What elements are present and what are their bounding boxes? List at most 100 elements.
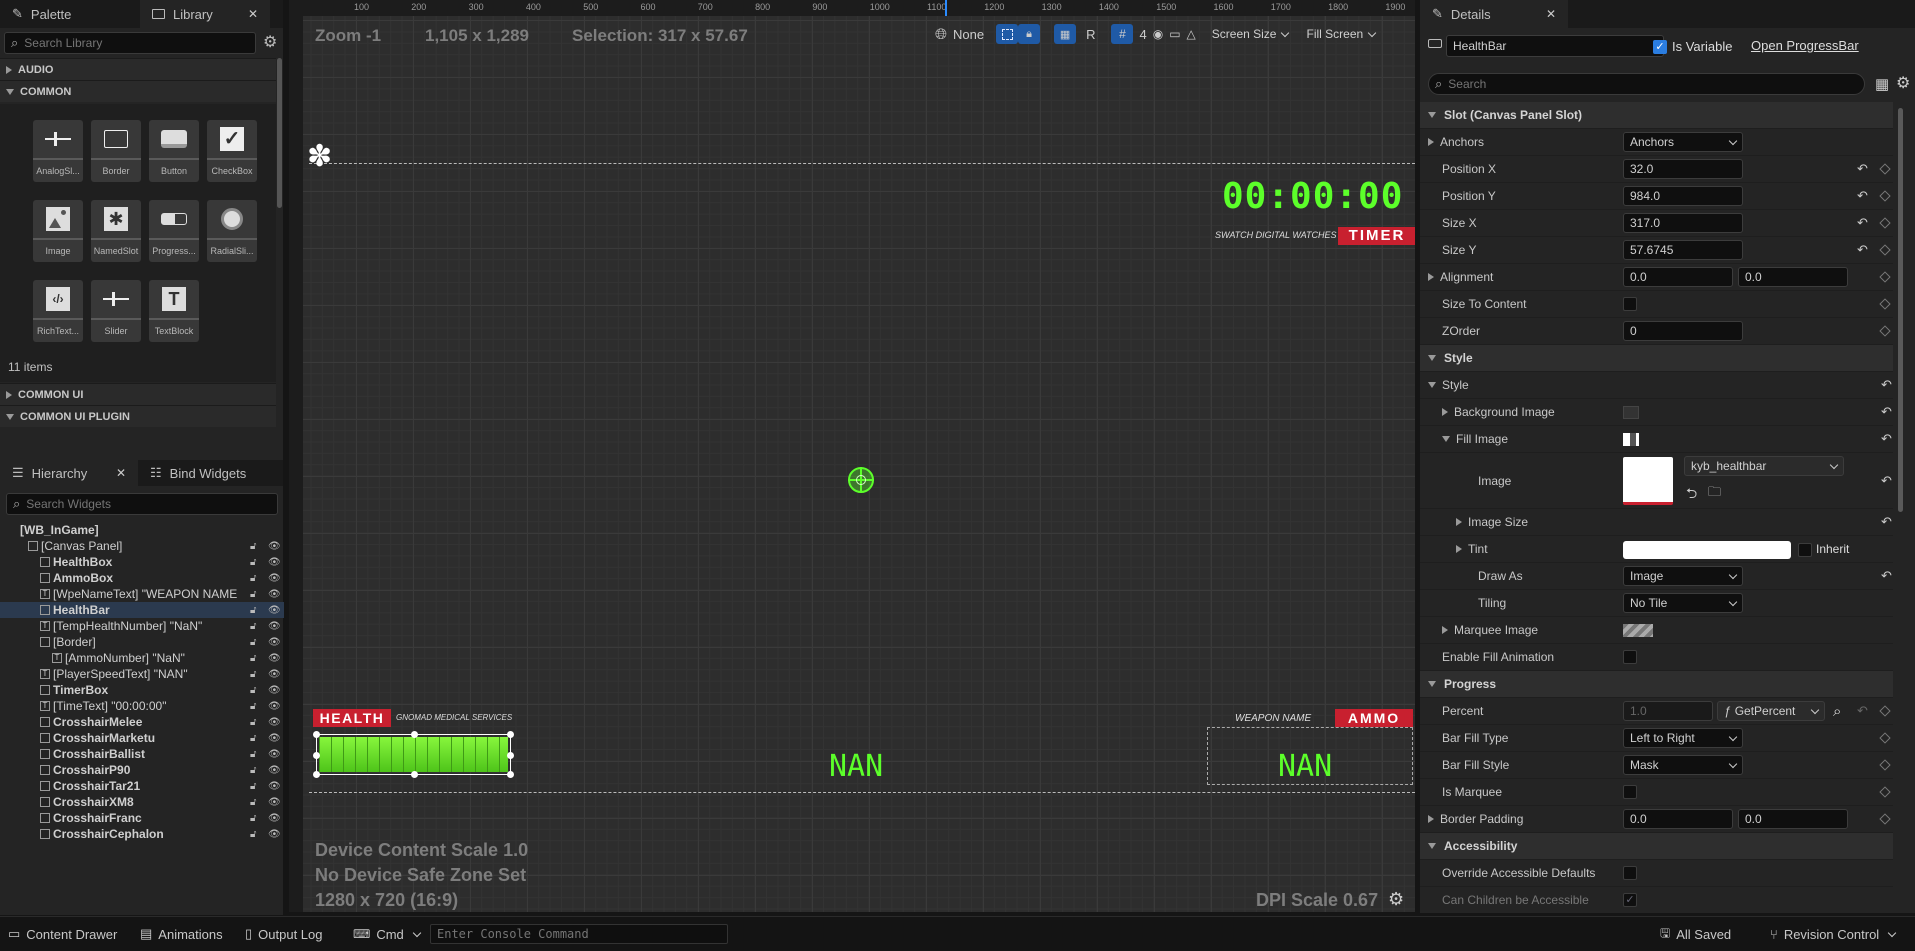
keyframe-diamond-icon[interactable] [1879,244,1891,256]
keyframe-diamond-icon[interactable] [1879,298,1891,310]
tree-row[interactable]: HealthBox 🔓︎ 👁︎ [0,554,284,570]
section-progress[interactable]: Progress [1420,671,1893,698]
reset-arrow-icon[interactable]: ↶ [1881,377,1892,393]
marquee-swatch-icon[interactable] [1623,624,1653,637]
unlock-icon[interactable]: 🔓︎ [250,765,256,776]
globe-icon[interactable]: 🌐︎ [935,26,947,43]
close-icon[interactable]: ✕ [1546,7,1556,21]
visibility-eye-icon[interactable]: 👁︎ [268,781,281,792]
tree-root[interactable]: [WB_InGame] [0,522,284,538]
tree-row[interactable]: CrosshairCephalon 🔓︎ 👁︎ [0,826,284,842]
palette-scrollbar[interactable] [277,58,282,208]
expand-arrow-icon[interactable] [1456,518,1462,526]
visibility-eye-icon[interactable]: 👁︎ [268,813,281,824]
resize-handle[interactable] [313,752,320,759]
bar-fill-style-dropdown[interactable]: Mask [1623,755,1743,775]
image-preview-icon[interactable]: ▭ [1169,27,1180,41]
image-asset-dropdown[interactable]: kyb_healthbar [1684,456,1844,476]
localization-none[interactable]: None [953,27,984,42]
designer-canvas[interactable]: Zoom -1 1,105 x 1,289 Selection: 317 x 5… [303,16,1415,912]
visibility-eye-icon[interactable]: 👁︎ [268,541,281,552]
tab-bind-widgets[interactable]: ☷ Bind Widgets [138,460,258,486]
tile-progress-bar[interactable]: Progress... [149,200,199,262]
override-accessible-checkbox[interactable] [1623,866,1637,880]
warning-triangle-icon[interactable]: △ [1187,27,1196,41]
unlock-icon[interactable]: 🔓︎ [250,685,256,696]
unlock-icon[interactable]: 🔓︎ [250,605,256,616]
category-common-ui-plugin[interactable]: COMMON UI PLUGIN [0,405,276,427]
find-in-browser-icon[interactable]: 🗀︎ [1708,483,1721,505]
unlock-icon[interactable]: 🔓︎ [250,749,256,760]
unlock-icon[interactable]: 🔓︎ [250,701,256,712]
size-x-field[interactable]: 317.0 [1623,213,1743,233]
category-audio[interactable]: AUDIO [0,58,276,80]
tile-slider[interactable]: Slider [91,280,141,342]
tree-row[interactable]: CrosshairP90 🔓︎ 👁︎ [0,762,284,778]
reset-arrow-icon[interactable]: ↶ [1881,431,1892,447]
visibility-eye-icon[interactable]: 👁︎ [268,573,281,584]
widget-search[interactable]: ⌕ [6,493,278,515]
library-search-input[interactable] [24,36,249,50]
tree-row[interactable]: CrosshairTar21 🔓︎ 👁︎ [0,778,284,794]
browse-asset-icon[interactable]: ⮌ [1686,483,1697,507]
unlock-icon[interactable]: 🔓︎ [250,589,256,600]
tile-analog-slider[interactable]: AnalogSl... [33,120,83,182]
content-drawer-button[interactable]: ▭ Content Drawer [8,917,117,951]
reset-arrow-icon[interactable]: ↶ [1881,404,1892,420]
collapse-arrow-icon[interactable] [1442,436,1450,442]
layout-button[interactable]: ▦ [1054,24,1077,44]
tile-button[interactable]: Button [149,120,199,182]
open-progressbar-link[interactable]: Open ProgressBar [1751,38,1859,53]
resize-handle[interactable] [507,731,514,738]
position-x-field[interactable]: 32.0 [1623,159,1743,179]
resize-handle[interactable] [411,771,418,778]
tree-row[interactable]: [Border] 🔓︎ 👁︎ [0,634,284,650]
size-to-content-checkbox[interactable] [1623,297,1637,311]
unlock-icon[interactable]: 🔓︎ [250,573,256,584]
outline-mode-button[interactable] [996,24,1019,44]
console-input-box[interactable] [430,924,728,944]
tree-row[interactable]: T [PlayerSpeedText] "NAN" 🔓︎ 👁︎ [0,666,284,682]
percent-field[interactable]: 1.0 [1623,701,1713,721]
search-binding-icon[interactable]: ⌕ [1833,703,1841,720]
animations-button[interactable]: ▤ Animations [140,917,223,951]
reset-arrow-icon[interactable]: ↶ [1881,514,1892,530]
keyframe-diamond-icon[interactable] [1879,325,1891,337]
console-input[interactable] [437,927,721,941]
unlock-icon[interactable]: 🔓︎ [250,797,256,808]
reset-arrow-icon[interactable]: ↶ [1881,473,1892,489]
unlock-icon[interactable]: 🔓︎ [250,637,256,648]
grid-snap-value[interactable]: 4 [1139,27,1146,42]
tile-border[interactable]: Border [91,120,141,182]
resize-handle[interactable] [507,752,514,759]
details-search-input[interactable] [1448,77,1858,91]
expand-arrow-icon[interactable] [1428,138,1434,146]
keyframe-diamond-icon[interactable] [1879,163,1891,175]
cmd-dropdown[interactable]: ⌨ Cmd [353,917,422,951]
border-padding-x-field[interactable]: 0.0 [1623,809,1733,829]
can-children-checkbox[interactable]: ✓ [1623,893,1637,907]
widget-name-field[interactable]: HealthBar [1446,35,1664,57]
grid-snap-button[interactable]: # [1111,24,1134,44]
tree-row[interactable]: CrosshairBallist 🔓︎ 👁︎ [0,746,284,762]
section-style[interactable]: Style [1420,345,1893,372]
unlock-icon[interactable]: 🔓︎ [250,813,256,824]
unlock-icon[interactable]: 🔓︎ [250,541,256,552]
visibility-eye-icon[interactable]: 👁︎ [268,637,281,648]
visibility-eye-icon[interactable]: 👁︎ [268,605,281,616]
tile-text-block[interactable]: T TextBlock [149,280,199,342]
output-log-button[interactable]: ▯ Output Log [245,917,322,951]
lock-button[interactable]: 🔒︎ [1018,24,1041,44]
expand-arrow-icon[interactable] [1456,545,1462,553]
percent-binding-dropdown[interactable]: ƒ GetPercent [1717,701,1825,721]
section-slot[interactable]: Slot (Canvas Panel Slot) [1420,102,1893,129]
tree-row[interactable]: CrosshairMelee 🔓︎ 👁︎ [0,714,284,730]
settings-gear-icon[interactable]: ⚙ [263,32,277,52]
crosshair-icon[interactable] [848,467,874,493]
tree-row[interactable]: CrosshairFranc 🔓︎ 👁︎ [0,810,284,826]
tree-row[interactable]: [Canvas Panel] 🔓︎ 👁︎ [0,538,284,554]
pointer-icon[interactable]: ◉ [1153,27,1163,41]
health-bar-selected[interactable] [313,731,514,778]
fill-swatch-icon[interactable] [1623,433,1639,446]
visibility-eye-icon[interactable]: 👁︎ [268,669,281,680]
